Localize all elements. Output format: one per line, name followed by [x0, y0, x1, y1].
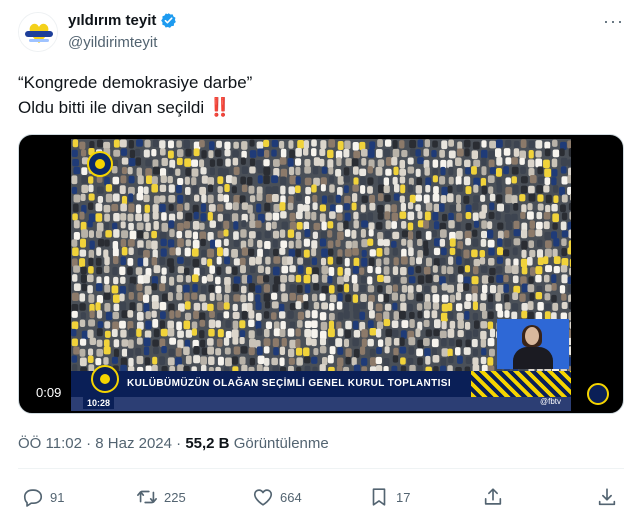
- more-icon[interactable]: ···: [603, 12, 624, 30]
- download-button[interactable]: [596, 486, 618, 508]
- presenter-body: [513, 347, 553, 369]
- share-button[interactable]: [482, 486, 504, 508]
- divider: [18, 468, 624, 469]
- verified-badge-icon: [160, 12, 177, 29]
- avatar[interactable]: [18, 12, 58, 52]
- display-name[interactable]: yıldırım teyit: [68, 12, 156, 29]
- tweet-meta: ÖÖ 11:02 · 8 Haz 2024 · 55,2 B Görüntüle…: [18, 435, 329, 452]
- reply-icon: [23, 489, 43, 507]
- video-duration: 0:09: [31, 383, 67, 402]
- handle[interactable]: @yildirimteyit: [68, 34, 157, 51]
- reply-button[interactable]: 91: [22, 486, 64, 508]
- tweet-text: “Kongrede demokrasiye darbe” Oldu bitti …: [18, 70, 252, 120]
- tweet-text-line-1: “Kongrede demokrasiye darbe”: [18, 73, 253, 92]
- like-icon: [253, 489, 273, 506]
- channel-handle: @fbtv: [539, 397, 561, 406]
- double-exclamation-icon: ‼️: [208, 97, 231, 117]
- tweet-text-line-2-content: Oldu bitti ile divan seçildi: [18, 98, 205, 117]
- bookmark-button[interactable]: 17: [368, 486, 410, 508]
- repost-count: 225: [164, 489, 186, 505]
- download-icon: [598, 488, 616, 506]
- banner-logo-icon: [91, 365, 119, 393]
- presenter-head: [525, 327, 539, 345]
- lower-third-banner: KULÜBÜMÜZÜN OLAĞAN SEÇİMLİ GENEL KURUL T…: [71, 371, 571, 397]
- video-player[interactable]: KULÜBÜMÜZÜN OLAĞAN SEÇİMLİ GENEL KURUL T…: [18, 134, 624, 414]
- views-label: Görüntülenme: [233, 435, 329, 452]
- author-name-row[interactable]: yıldırım teyit: [68, 12, 177, 29]
- timestamp[interactable]: ÖÖ 11:02 · 8 Haz 2024 ·: [18, 435, 181, 452]
- avatar-logo-icon: [19, 13, 57, 51]
- views-count: 55,2 B: [185, 435, 230, 452]
- presenter-inset: [497, 319, 569, 369]
- repost-icon: [137, 490, 157, 504]
- like-count: 664: [280, 489, 302, 505]
- broadcast-clock: 10:28: [83, 397, 115, 409]
- channel-logo-icon: [87, 151, 113, 177]
- like-button[interactable]: 664: [252, 486, 302, 508]
- reply-count: 91: [50, 489, 65, 505]
- bookmark-count: 17: [396, 489, 411, 505]
- tweet-text-line-2: Oldu bitti ile divan seçildi ‼️: [18, 95, 252, 120]
- video-frame[interactable]: KULÜBÜMÜZÜN OLAĞAN SEÇİMLİ GENEL KURUL T…: [71, 139, 571, 411]
- bookmark-icon: [372, 488, 386, 506]
- repost-button[interactable]: 225: [136, 486, 186, 508]
- side-logo-icon: [587, 383, 609, 405]
- banner-stripe: [471, 371, 571, 397]
- action-bar: 91 225 664 17: [0, 486, 640, 510]
- share-icon: [484, 488, 502, 505]
- banner-text: KULÜBÜMÜZÜN OLAĞAN SEÇİMLİ GENEL KURUL T…: [127, 378, 452, 389]
